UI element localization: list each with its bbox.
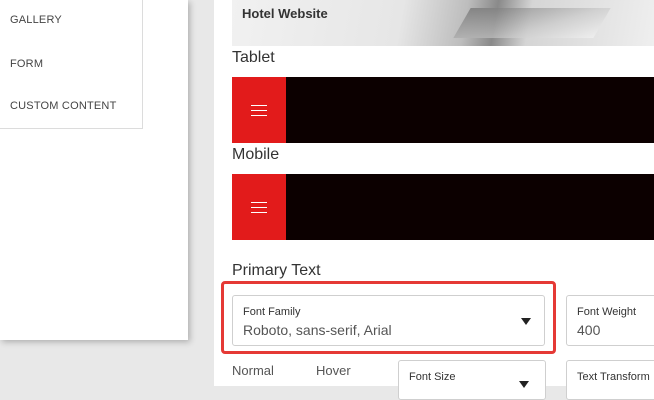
hamburger-menu-icon <box>251 201 267 213</box>
font-weight-value: 400 <box>577 322 601 338</box>
font-weight-label: Font Weight <box>577 306 637 318</box>
tab-hover[interactable]: Hover <box>316 363 351 378</box>
tab-normal[interactable]: Normal <box>232 363 274 378</box>
sidebar-item-custom-content[interactable]: CUSTOM CONTENT <box>10 100 116 112</box>
sidebar-menu-list: GALLERY FORM CUSTOM CONTENT <box>0 0 143 129</box>
primary-text-title: Primary Text <box>232 262 321 279</box>
sidebar-menu-card: GALLERY FORM CUSTOM CONTENT <box>0 0 188 340</box>
chevron-down-icon <box>519 381 529 388</box>
tablet-label: Tablet <box>232 49 275 66</box>
hamburger-menu-icon <box>251 104 267 116</box>
tablet-hamburger-button[interactable] <box>232 77 286 143</box>
mobile-hamburger-button[interactable] <box>232 174 286 240</box>
text-transform-select[interactable]: Text Transform <box>566 360 654 400</box>
hero-preview-image: Hotel Website <box>232 0 654 46</box>
highlight-box <box>221 281 556 354</box>
text-transform-label: Text Transform <box>577 371 650 383</box>
sidebar-item-gallery[interactable]: GALLERY <box>10 14 62 26</box>
font-weight-select[interactable]: Font Weight 400 <box>566 295 654 346</box>
mobile-label: Mobile <box>232 146 280 163</box>
font-size-select[interactable]: Font Size <box>398 360 546 400</box>
sidebar-item-form[interactable]: FORM <box>10 58 43 70</box>
tablet-nav-preview <box>232 77 654 143</box>
hero-image-shape <box>453 8 611 38</box>
hero-title: Hotel Website <box>242 6 328 21</box>
font-size-label: Font Size <box>409 371 456 383</box>
mobile-nav-preview <box>232 174 654 240</box>
